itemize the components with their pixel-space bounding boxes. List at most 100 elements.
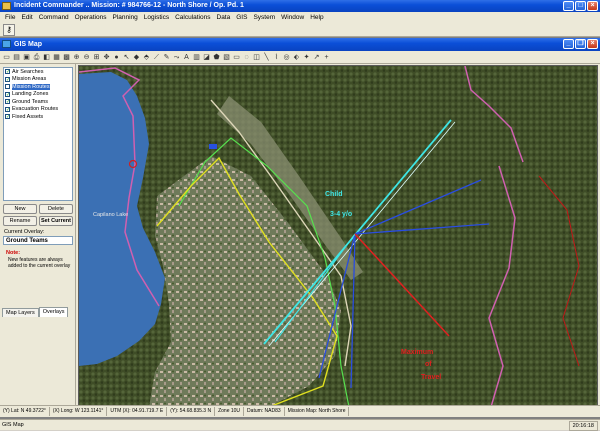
grid-icon[interactable]: ▩ [62, 53, 71, 62]
pencil-icon[interactable]: ✎ [162, 53, 171, 62]
menu-data[interactable]: Data [214, 12, 234, 23]
map-label-maximum: Maximum [401, 349, 433, 356]
menu-operations[interactable]: Operations [72, 12, 110, 23]
layer-checkbox[interactable]: ✓ [5, 69, 10, 75]
text-icon[interactable]: A [182, 53, 191, 62]
gis-title-bar[interactable]: GIS Map _ ❐ × [0, 38, 600, 51]
layer-item-mission-areas[interactable]: ✓ Mission Areas [4, 76, 72, 84]
gis-map-view[interactable]: Capilano Lake Child 3-4 y/o Maximum of T… [78, 65, 598, 406]
screen-icon[interactable]: ▭ [232, 53, 241, 62]
overlay-list[interactable]: ✓ Air Searches ✓ Mission Areas Mission Rou… [3, 67, 73, 201]
table-icon[interactable]: ▥ [192, 53, 201, 62]
line-tool-icon[interactable]: ╲ [262, 53, 271, 62]
print-icon[interactable]: ⎙ [32, 53, 41, 62]
status-datum: Datum: NAD83 [244, 406, 285, 416]
close-button[interactable]: × [587, 1, 598, 11]
main-toolbar: ⚷ [0, 23, 600, 37]
map-settings-icon[interactable]: ▦ [52, 53, 61, 62]
layer-checkbox[interactable]: ✓ [5, 76, 10, 82]
vehicle-marker [209, 144, 217, 149]
menu-gis[interactable]: GIS [233, 12, 250, 23]
gis-restore-button[interactable]: ❐ [575, 39, 586, 49]
select-arrow-icon[interactable]: ↖ [122, 53, 131, 62]
layer-checkbox[interactable]: ✓ [5, 114, 10, 120]
layer-item-ground-teams[interactable]: ✓ Ground Teams [4, 98, 72, 106]
status-mission-map: Mission Map: North Shore [285, 406, 350, 416]
layer-checkbox[interactable]: ✓ [5, 106, 10, 112]
zoom-out-icon[interactable]: ⊖ [82, 53, 91, 62]
gis-window-controls: _ ❐ × [563, 39, 598, 49]
app-status-text: GIS Map [2, 422, 24, 428]
waypoint-icon[interactable]: ⬖ [292, 53, 301, 62]
plus-icon[interactable]: + [322, 53, 331, 62]
layer-item-landing-zones[interactable]: ✓ Landing Zones [4, 91, 72, 99]
overlay-buttons-row-1: New Delete [3, 204, 73, 214]
status-utm-n: (Y): 54.68.835.3 N [167, 406, 216, 416]
measure-icon[interactable]: ⟋ [152, 53, 161, 62]
layers-icon[interactable]: ◧ [42, 53, 51, 62]
delete-overlay-button[interactable]: Delete [39, 204, 73, 214]
tab-map-layers[interactable]: Map Layers [2, 308, 39, 317]
route-icon[interactable]: ⤳ [172, 53, 181, 62]
menu-edit[interactable]: Edit [18, 12, 35, 23]
gis-close-button[interactable]: × [587, 39, 598, 49]
menu-bar: File Edit Command Operations Planning Lo… [0, 12, 600, 23]
app-window: Incident Commander .. Mission: # 984766-… [0, 0, 600, 431]
note-title: Note: [6, 250, 21, 256]
key-icon[interactable]: ⚷ [3, 24, 15, 36]
layer-checkbox[interactable]: ✓ [5, 91, 10, 97]
tag-icon[interactable]: ⬘ [142, 53, 151, 62]
open-folder-icon[interactable]: ▤ [12, 53, 21, 62]
layer-checkbox[interactable]: ✓ [5, 99, 10, 105]
app-window-controls: _ □ × [563, 1, 598, 11]
layer-item-fixed-assets[interactable]: ✓ Fixed Assets [4, 113, 72, 121]
lasso-icon[interactable]: ◌ [242, 53, 251, 62]
minimize-button[interactable]: _ [563, 1, 574, 11]
layer-item-evacuation-routes[interactable]: ✓ Evacuation Routes [4, 106, 72, 114]
menu-help[interactable]: Help [307, 12, 326, 23]
save-icon[interactable]: ▣ [22, 53, 31, 62]
menu-window[interactable]: Window [278, 12, 307, 23]
new-map-icon[interactable]: ▭ [2, 53, 11, 62]
target-icon[interactable]: ◎ [282, 53, 291, 62]
aerial-map-image: Capilano Lake Child 3-4 y/o Maximum of T… [79, 66, 597, 405]
brush-icon[interactable]: ⌇ [272, 53, 281, 62]
status-utm-e: UTM (X): 04.91.719.7 E [107, 406, 168, 416]
info-icon[interactable]: ● [112, 53, 121, 62]
marker-icon[interactable]: ◆ [132, 53, 141, 62]
menu-calculations[interactable]: Calculations [172, 12, 213, 23]
panel-tabs: Map Layers Overlays [2, 307, 69, 318]
menu-file[interactable]: File [2, 12, 18, 23]
tab-overlays[interactable]: Overlays [38, 307, 69, 317]
menu-logistics[interactable]: Logistics [141, 12, 172, 23]
app-status-bar: GIS Map 20:16:18 [0, 419, 600, 431]
layer-checkbox[interactable] [5, 84, 10, 90]
zoom-in-icon[interactable]: ⊕ [72, 53, 81, 62]
note-text: New features are always added to the cur… [8, 257, 71, 269]
status-lat: (Y) Lat: N 49.3722° [0, 406, 50, 416]
layer-item-mission-routes[interactable]: Mission Routes [4, 83, 72, 91]
new-overlay-button[interactable]: New [3, 204, 37, 214]
rename-overlay-button[interactable]: Rename [3, 216, 37, 226]
layers-panel: ✓ Air Searches ✓ Mission Areas Mission Rou… [0, 64, 76, 405]
image-icon[interactable]: ▧ [222, 53, 231, 62]
arrow-up-icon[interactable]: ↗ [312, 53, 321, 62]
region-icon[interactable]: ◪ [202, 53, 211, 62]
menu-system[interactable]: System [250, 12, 278, 23]
map-label-lake: Capilano Lake [93, 212, 128, 218]
gis-minimize-button[interactable]: _ [563, 39, 574, 49]
maximize-button[interactable]: □ [575, 1, 586, 11]
set-current-button[interactable]: Set Current [39, 216, 73, 226]
pan-icon[interactable]: ✥ [102, 53, 111, 62]
app-title-bar[interactable]: Incident Commander .. Mission: # 984766-… [0, 0, 600, 12]
chart-icon[interactable]: ◫ [252, 53, 261, 62]
menu-planning[interactable]: Planning [109, 12, 140, 23]
app-icon [2, 2, 11, 10]
menu-command[interactable]: Command [36, 12, 72, 23]
zoom-extent-icon[interactable]: ⊞ [92, 53, 101, 62]
sparkle-icon[interactable]: ✦ [302, 53, 311, 62]
layer-item-air-searches[interactable]: ✓ Air Searches [4, 68, 72, 76]
gis-window-icon [2, 40, 11, 48]
map-label-travel: Travel [421, 374, 441, 381]
polygon-icon[interactable]: ⬟ [212, 53, 221, 62]
